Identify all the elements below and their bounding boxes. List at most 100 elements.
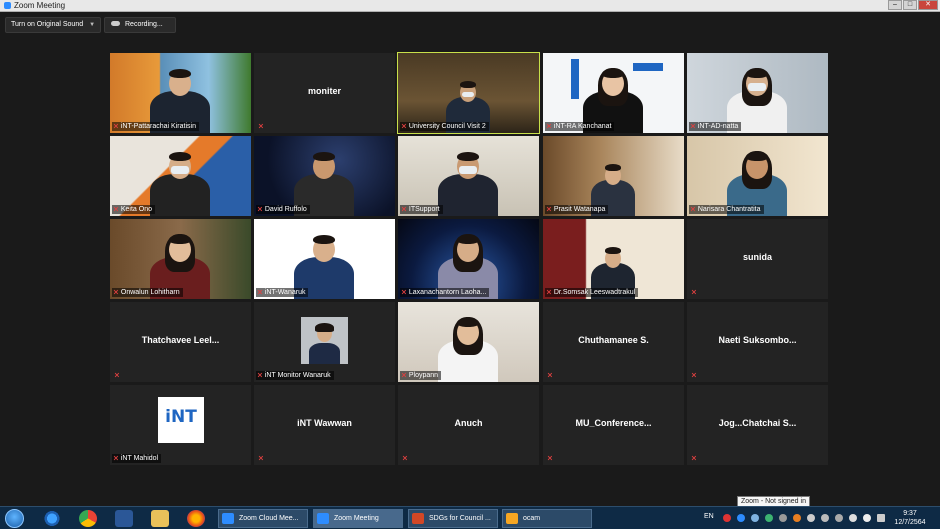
taskbar-app-zoom-cloud[interactable]: Zoom Cloud Mee... bbox=[218, 509, 308, 528]
participant-name: ⨯ Keita Ono bbox=[112, 205, 156, 214]
participant-tile[interactable]: iNT Wawwan ⨯ bbox=[254, 385, 395, 465]
title-bar: Zoom Meeting – □ ✕ bbox=[0, 0, 940, 12]
participant-tile[interactable]: ⨯ David Ruffolo bbox=[254, 136, 395, 216]
start-button[interactable] bbox=[5, 509, 24, 528]
participant-tile[interactable]: ⨯ ITSupport bbox=[398, 136, 539, 216]
participant-video bbox=[110, 136, 251, 216]
minimize-button[interactable]: – bbox=[888, 0, 902, 10]
language-indicator[interactable]: EN bbox=[704, 513, 714, 520]
participant-figure bbox=[543, 219, 684, 299]
notification-icon[interactable] bbox=[877, 514, 885, 522]
participant-name: MU_Conference... bbox=[575, 418, 652, 428]
word-icon[interactable] bbox=[115, 510, 133, 527]
participant-name: ⨯ iNT Mahidol bbox=[112, 454, 162, 463]
muted-mic-icon: ⨯ bbox=[401, 289, 407, 296]
participant-tile[interactable]: ⨯ Dr.Somsak Leeswadtrakul bbox=[543, 219, 684, 299]
zoom-icon bbox=[4, 2, 11, 9]
zoom-tray-icon[interactable] bbox=[737, 514, 745, 522]
maximize-button[interactable]: □ bbox=[903, 0, 917, 10]
participant-tile[interactable]: Thatchavee Leel... ⨯ bbox=[110, 302, 251, 382]
muted-mic-icon: ⨯ bbox=[691, 289, 697, 296]
participant-figure bbox=[687, 136, 828, 216]
participant-video bbox=[110, 53, 251, 133]
participant-name: Anuch bbox=[454, 418, 483, 428]
participant-video bbox=[398, 53, 539, 133]
muted-mic-icon: ⨯ bbox=[113, 455, 119, 462]
participant-name: moniter bbox=[307, 86, 341, 96]
muted-mic-icon: ⨯ bbox=[547, 455, 553, 462]
participant-tile[interactable]: Anuch ⨯ bbox=[398, 385, 539, 465]
tray-app-icon[interactable] bbox=[765, 514, 773, 522]
muted-mic-icon: ⨯ bbox=[401, 206, 407, 213]
participant-figure bbox=[687, 53, 828, 133]
tray-app-icon[interactable] bbox=[723, 514, 731, 522]
participant-tile[interactable]: ⨯ Ploypann bbox=[398, 302, 539, 382]
participant-tile[interactable]: moniter ⨯ bbox=[254, 53, 395, 133]
participant-tile[interactable]: ⨯ Prasit Watanapa bbox=[543, 136, 684, 216]
tray-app-icon[interactable] bbox=[821, 514, 829, 522]
participant-video bbox=[543, 136, 684, 216]
muted-mic-icon: ⨯ bbox=[691, 372, 697, 379]
participant-figure bbox=[110, 136, 251, 216]
participant-tile[interactable]: Chuthamanee S. ⨯ bbox=[543, 302, 684, 382]
participant-name: sunida bbox=[742, 252, 772, 262]
muted-mic-icon: ⨯ bbox=[258, 123, 264, 130]
ocam-icon bbox=[506, 513, 518, 524]
chrome-icon[interactable] bbox=[79, 510, 97, 527]
participant-tile[interactable]: ⨯ Narisara Chantratita bbox=[687, 136, 828, 216]
close-button[interactable]: ✕ bbox=[918, 0, 938, 10]
participant-figure bbox=[398, 136, 539, 216]
tray-app-icon[interactable] bbox=[807, 514, 815, 522]
participant-tile[interactable]: ⨯ Keita Ono bbox=[110, 136, 251, 216]
participant-tile[interactable]: iNT ⨯ iNT Mahidol bbox=[110, 385, 251, 465]
muted-mic-icon: ⨯ bbox=[401, 372, 407, 379]
avatar bbox=[301, 317, 348, 364]
participant-tile[interactable]: Jog...Chatchai S... ⨯ bbox=[687, 385, 828, 465]
muted-mic-icon: ⨯ bbox=[546, 206, 552, 213]
tray-app-icon[interactable] bbox=[835, 514, 843, 522]
taskbar-app-powerpoint[interactable]: SDGs for Council ... bbox=[408, 509, 498, 528]
muted-mic-icon: ⨯ bbox=[690, 206, 696, 213]
participant-tile[interactable]: ⨯ iNT-RA Kanchanat bbox=[543, 53, 684, 133]
participant-tile[interactable]: ⨯ iNT-AD-natta bbox=[687, 53, 828, 133]
original-sound-button[interactable]: Turn on Original Sound ▼ bbox=[5, 17, 102, 33]
taskbar-clock[interactable]: 9:37 12/7/2564 bbox=[892, 509, 928, 527]
participant-tile[interactable]: ⨯ iNT-Wanaruk bbox=[254, 219, 395, 299]
firefox-icon[interactable] bbox=[187, 510, 205, 527]
participant-video bbox=[398, 302, 539, 382]
internet-explorer-icon[interactable] bbox=[43, 510, 61, 527]
participant-tile[interactable]: ⨯ Laxanachantorn Laoha... bbox=[398, 219, 539, 299]
participant-name: ⨯ Ploypann bbox=[400, 371, 442, 380]
participant-video bbox=[110, 219, 251, 299]
participant-tile[interactable]: ⨯ Onwalun Lohitharn bbox=[110, 219, 251, 299]
participant-video bbox=[254, 136, 395, 216]
folder-icon[interactable] bbox=[151, 510, 169, 527]
participant-tile[interactable]: sunida ⨯ bbox=[687, 219, 828, 299]
taskbar-app-ocam[interactable]: ocam bbox=[502, 509, 592, 528]
participant-name: ⨯ University Council Visit 2 bbox=[400, 122, 489, 131]
recording-indicator[interactable]: Recording... bbox=[104, 17, 176, 33]
participant-tile[interactable]: MU_Conference... ⨯ bbox=[543, 385, 684, 465]
participant-tile[interactable]: ⨯ University Council Visit 2 bbox=[397, 52, 540, 134]
participant-tile[interactable]: Naeti Suksombo... ⨯ bbox=[687, 302, 828, 382]
logo-text: iNT bbox=[165, 407, 197, 427]
taskbar-app-zoom-meeting[interactable]: Zoom Meeting bbox=[313, 509, 403, 528]
participant-name: ⨯ iNT-AD-natta bbox=[689, 122, 742, 131]
participant-video bbox=[254, 219, 395, 299]
zoom-icon bbox=[317, 513, 329, 524]
muted-mic-icon: ⨯ bbox=[258, 455, 264, 462]
participant-tile[interactable]: ⨯ iNT-Pattarachai Kiratisin bbox=[110, 53, 251, 133]
participant-tile[interactable]: ⨯ iNT Monitor Wanaruk bbox=[254, 302, 395, 382]
participant-figure bbox=[254, 219, 395, 299]
participant-name: ⨯ Laxanachantorn Laoha... bbox=[400, 288, 490, 297]
volume-icon[interactable] bbox=[863, 514, 871, 522]
tray-app-icon[interactable] bbox=[779, 514, 787, 522]
chevron-down-icon[interactable]: ▼ bbox=[89, 18, 95, 32]
participant-video bbox=[687, 136, 828, 216]
muted-mic-icon: ⨯ bbox=[257, 206, 263, 213]
participant-name: ⨯ Dr.Somsak Leeswadtrakul bbox=[545, 288, 639, 297]
network-icon[interactable] bbox=[849, 514, 857, 522]
tray-app-icon[interactable] bbox=[793, 514, 801, 522]
participant-name: iNT Wawwan bbox=[297, 418, 352, 428]
tray-app-icon[interactable] bbox=[751, 514, 759, 522]
